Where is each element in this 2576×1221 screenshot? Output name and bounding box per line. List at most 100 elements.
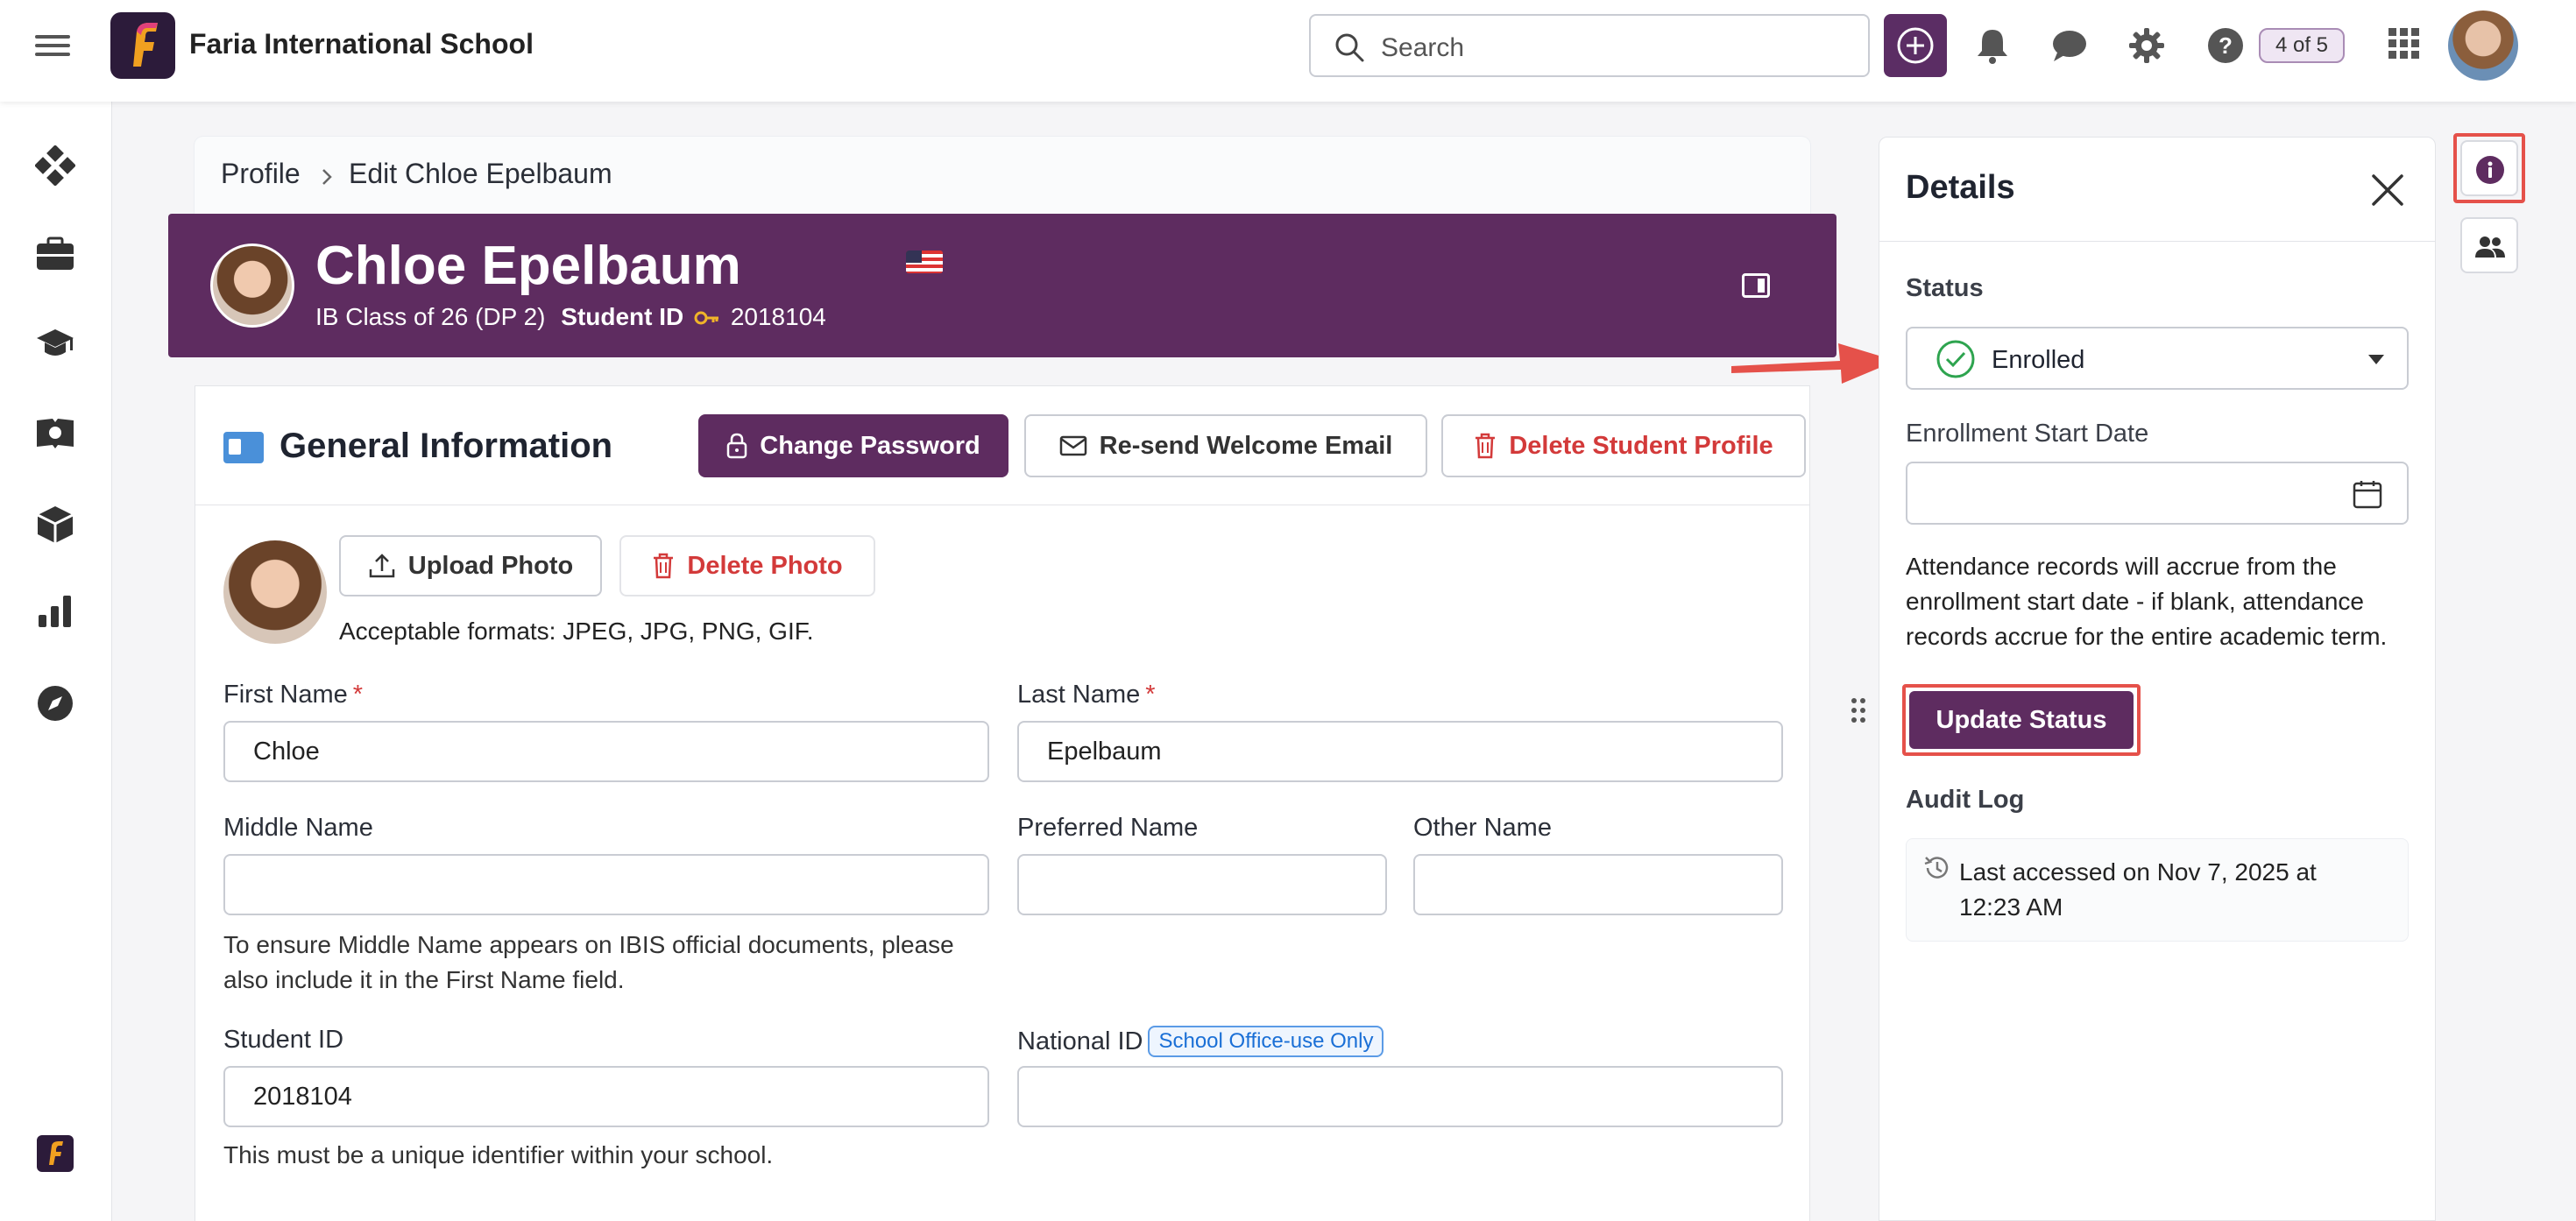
change-password-button[interactable]: Change Password — [698, 414, 1008, 477]
bell-icon[interactable] — [1975, 26, 2010, 65]
student-id-value: 2018104 — [730, 303, 826, 330]
breadcrumb: Profile Edit Chloe Epelbaum — [195, 137, 1810, 215]
search-placeholder: Search — [1381, 33, 1465, 62]
chevron-right-icon — [322, 169, 332, 185]
search-input[interactable]: Search — [1309, 14, 1870, 77]
left-nav-rail — [0, 102, 112, 1221]
student-id-hint: This must be a unique identifier within … — [223, 1141, 774, 1168]
national-id-label: National ID School Office-use Only — [1017, 1026, 1384, 1057]
audit-log-entry: Last accessed on Nov 7, 2025 at 12:23 AM — [1906, 838, 2409, 942]
us-flag-icon — [906, 251, 943, 273]
office-use-only-badge: School Office-use Only — [1148, 1026, 1384, 1057]
user-avatar[interactable] — [2448, 11, 2518, 81]
people-panel-button[interactable] — [2460, 217, 2518, 273]
delete-photo-button[interactable]: Delete Photo — [619, 535, 875, 596]
details-title: Details — [1906, 169, 2015, 206]
history-icon — [1924, 857, 1949, 879]
breadcrumb-profile-link[interactable]: Profile — [221, 158, 301, 190]
search-icon — [1335, 33, 1364, 62]
audit-log-label: Audit Log — [1906, 786, 2025, 814]
preferred-name-label: Preferred Name — [1017, 814, 1199, 842]
drag-handle-icon[interactable] — [1851, 697, 1866, 723]
audit-log-text: Last accessed on Nov 7, 2025 at 12:23 AM — [1959, 858, 2317, 921]
update-status-button[interactable]: Update Status — [1909, 691, 2134, 749]
other-name-input[interactable] — [1413, 854, 1783, 915]
status-value: Enrolled — [1992, 346, 2085, 374]
student-id-label: Student ID — [223, 1026, 344, 1054]
notification-count-badge[interactable]: 4 of 5 — [2259, 28, 2345, 63]
resend-email-label: Re-send Welcome Email — [1099, 431, 1393, 460]
last-name-input[interactable]: Epelbaum — [1017, 721, 1783, 782]
upload-photo-button[interactable]: Upload Photo — [339, 535, 602, 596]
enrollment-start-label: Enrollment Start Date — [1906, 420, 2149, 448]
last-name-label: Last Name * — [1017, 681, 1156, 709]
general-information-header: General Information Change Password Re-s… — [195, 386, 1809, 505]
add-button[interactable] — [1884, 14, 1947, 77]
panel-toggle-icon[interactable] — [1742, 273, 1770, 298]
book-icon[interactable] — [35, 415, 75, 450]
chat-icon[interactable] — [2050, 26, 2089, 65]
upload-photo-label: Upload Photo — [407, 551, 574, 580]
other-name-label: Other Name — [1413, 814, 1552, 842]
svg-text:?: ? — [2219, 32, 2233, 59]
attendance-note: Attendance records will accrue from the … — [1906, 553, 2388, 650]
student-id-input[interactable]: 2018104 — [223, 1066, 989, 1127]
calendar-icon[interactable] — [2353, 479, 2382, 509]
enrollment-start-date-input[interactable] — [1906, 462, 2409, 525]
middle-name-input[interactable] — [223, 854, 989, 915]
dashboard-icon[interactable] — [35, 145, 75, 186]
graduation-cap-icon[interactable] — [35, 326, 75, 361]
close-icon[interactable] — [2370, 173, 2405, 208]
student-subtitle: IB Class of 26 (DP 2) Student ID 2018104 — [315, 303, 826, 331]
photo-formats-hint: Acceptable formats: JPEG, JPG, PNG, GIF. — [339, 618, 814, 645]
help-icon[interactable]: ? — [2206, 26, 2245, 65]
student-id-label: Student ID — [561, 303, 684, 330]
school-logo[interactable] — [110, 12, 175, 79]
preferred-name-input[interactable] — [1017, 854, 1387, 915]
upload-icon — [369, 554, 394, 578]
briefcase-icon[interactable] — [35, 236, 75, 272]
student-class: IB Class of 26 (DP 2) — [315, 303, 546, 330]
delete-photo-label: Delete Photo — [687, 551, 843, 580]
first-name-input[interactable]: Chloe — [223, 721, 989, 782]
change-password-label: Change Password — [760, 431, 980, 460]
general-information-card: General Information Change Password Re-s… — [195, 385, 1810, 1221]
grid-icon[interactable] — [2387, 26, 2422, 61]
student-header: Chloe Epelbaum IB Class of 26 (DP 2) Stu… — [168, 214, 1836, 357]
faria-logo-small[interactable] — [37, 1135, 74, 1172]
plus-icon — [1897, 27, 1934, 64]
divider — [1879, 241, 2435, 242]
status-select[interactable]: Enrolled — [1906, 327, 2409, 390]
cube-icon[interactable] — [35, 505, 75, 545]
lock-icon — [727, 433, 747, 459]
school-name[interactable]: Faria International School — [189, 28, 534, 60]
status-label: Status — [1906, 274, 1984, 302]
delete-profile-label: Delete Student Profile — [1509, 431, 1773, 460]
student-photo — [223, 540, 327, 644]
national-id-input[interactable] — [1017, 1066, 1783, 1127]
check-circle-icon — [1936, 340, 1975, 378]
gear-icon[interactable] — [2127, 26, 2166, 65]
student-name: Chloe Epelbaum — [315, 236, 741, 296]
people-icon — [2475, 236, 2505, 258]
info-panel-button[interactable] — [2460, 140, 2518, 196]
details-panel: Details Status Enrolled Enrollment Start… — [1879, 137, 2436, 1221]
first-name-label: First Name * — [223, 681, 364, 709]
delete-student-profile-button[interactable]: Delete Student Profile — [1441, 414, 1806, 477]
key-icon — [694, 311, 719, 325]
info-icon — [2476, 156, 2504, 184]
student-avatar — [210, 243, 294, 328]
hamburger-icon[interactable] — [35, 30, 70, 65]
trash-icon — [654, 553, 674, 579]
section-title: General Information — [280, 427, 613, 465]
breadcrumb-current: Edit Chloe Epelbaum — [349, 158, 612, 189]
middle-name-hint: To ensure Middle Name appears on IBIS of… — [223, 931, 954, 993]
resend-welcome-email-button[interactable]: Re-send Welcome Email — [1024, 414, 1427, 477]
annotation-arrow-icon — [1731, 343, 1896, 384]
chevron-down-icon — [2368, 355, 2384, 364]
top-bar: Faria International School Search ? 4 of… — [0, 0, 2576, 102]
compass-icon[interactable] — [35, 683, 75, 723]
bar-chart-icon[interactable] — [35, 594, 75, 629]
envelope-icon — [1059, 435, 1086, 456]
middle-name-label: Middle Name — [223, 814, 373, 842]
